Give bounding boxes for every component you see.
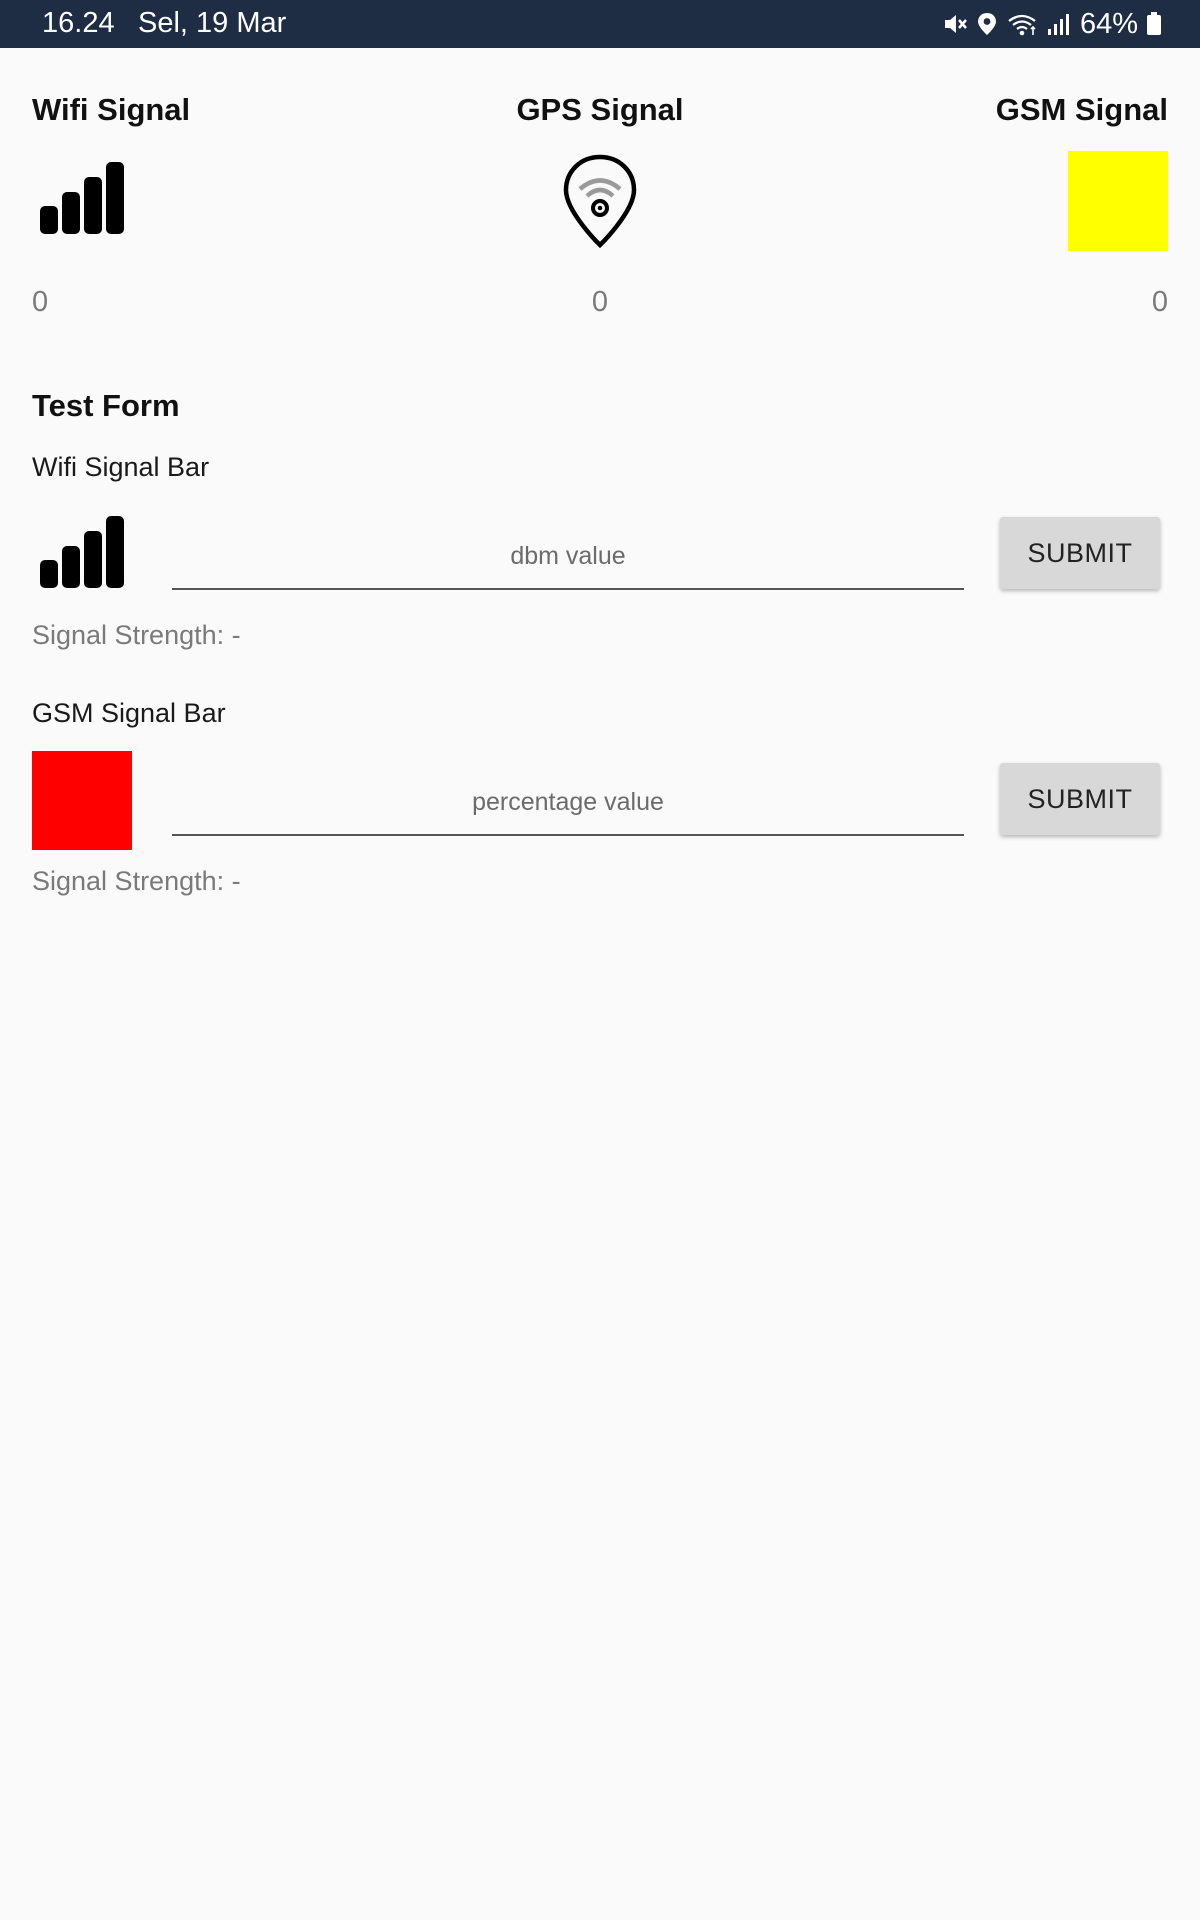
signal-bars-icon	[38, 160, 126, 241]
wifi-signal-strength: Signal Strength: -	[32, 620, 241, 650]
status-bar: 16.24 Sel, 19 Mar 64%	[0, 0, 1200, 48]
gsm-signal-bar-indicator	[32, 751, 132, 850]
wifi-icon	[1006, 11, 1038, 37]
wifi-submit-button[interactable]: SUBMIT	[1000, 517, 1160, 589]
status-time: 16.24	[42, 7, 115, 39]
status-date: Sel, 19 Mar	[138, 7, 287, 39]
test-form-title: Test Form	[32, 388, 180, 423]
gsm-signal-bar-label: GSM Signal Bar	[32, 698, 226, 728]
mute-icon	[942, 11, 968, 37]
gsm-submit-button[interactable]: SUBMIT	[1000, 763, 1160, 835]
percentage-value-input[interactable]	[172, 770, 964, 836]
status-icons: 64%	[942, 6, 1162, 42]
signal-bars-icon	[38, 514, 126, 595]
gsm-signal-strength: Signal Strength: -	[32, 866, 241, 896]
wifi-signal-value: 0	[32, 286, 49, 318]
gps-signal-title: GPS Signal	[516, 92, 684, 127]
location-icon	[976, 11, 998, 37]
battery-percentage: 64%	[1079, 7, 1138, 40]
wifi-signal-bar-label: Wifi Signal Bar	[32, 452, 210, 482]
gps-signal-value: 0	[591, 286, 609, 318]
gps-pin-icon	[560, 152, 640, 255]
gsm-signal-value: 0	[1151, 286, 1168, 318]
gsm-signal-indicator	[1068, 151, 1168, 251]
cell-signal-icon	[1046, 11, 1070, 37]
wifi-signal-title: Wifi Signal	[32, 92, 191, 127]
gsm-signal-title: GSM Signal	[995, 92, 1168, 127]
battery-icon	[1146, 11, 1162, 37]
dbm-value-input[interactable]	[172, 524, 964, 590]
